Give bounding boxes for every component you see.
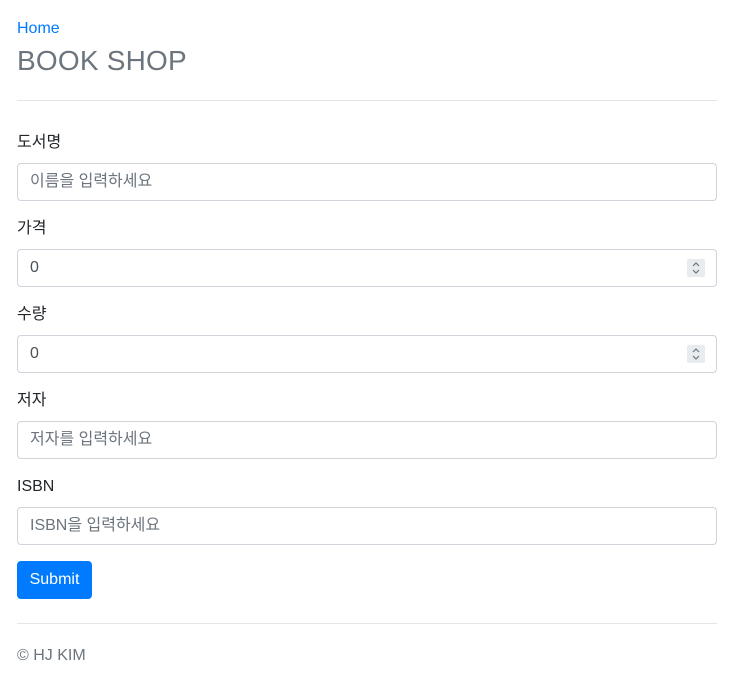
submit-button[interactable]: Submit	[17, 561, 92, 599]
quantity-spinner[interactable]	[687, 345, 705, 363]
price-input[interactable]	[17, 249, 717, 287]
author-input[interactable]	[17, 421, 717, 459]
quantity-input[interactable]	[17, 335, 717, 373]
author-label: 저자	[17, 392, 47, 409]
home-link[interactable]: Home	[17, 19, 60, 39]
isbn-input[interactable]	[17, 507, 717, 545]
page-title: BOOK SHOP	[17, 45, 187, 76]
title-input[interactable]	[17, 163, 717, 201]
quantity-label: 수량	[17, 306, 47, 323]
price-field	[17, 249, 717, 287]
title-label: 도서명	[17, 134, 62, 151]
footer-copyright: © HJ KIM	[17, 647, 86, 664]
footer-divider	[17, 623, 717, 624]
spinner-arrows-icon	[692, 348, 700, 360]
spinner-arrows-icon	[692, 262, 700, 274]
price-label: 가격	[17, 220, 47, 237]
header-divider	[17, 100, 717, 101]
isbn-label: ISBN	[17, 478, 55, 495]
price-spinner[interactable]	[687, 259, 705, 277]
quantity-field	[17, 335, 717, 373]
